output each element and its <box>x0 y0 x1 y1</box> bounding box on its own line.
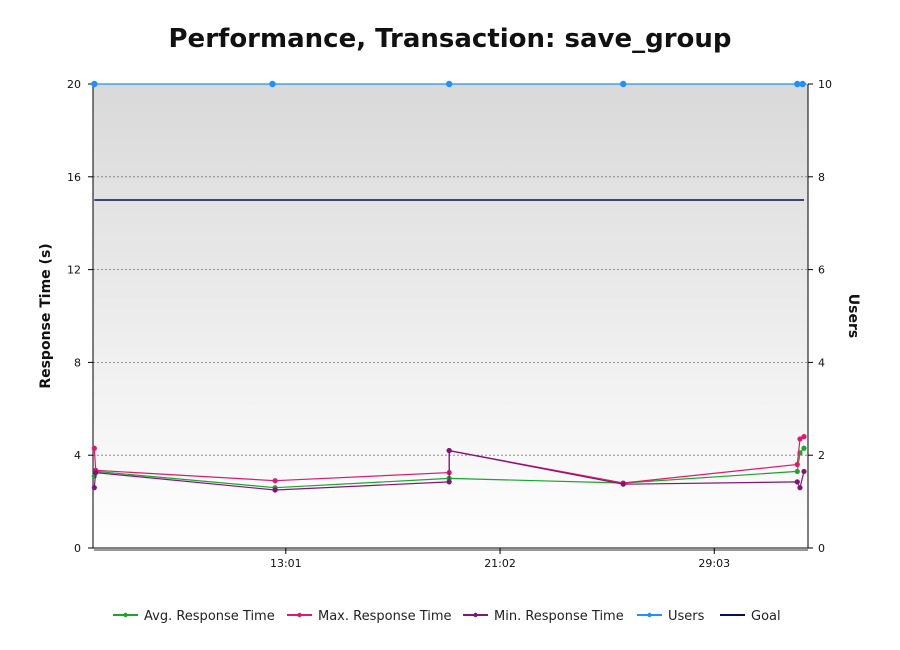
y-left-tick-label: 0 <box>74 542 81 555</box>
data-point <box>801 468 807 475</box>
y-left-tick-label: 12 <box>67 264 81 277</box>
x-tick-label: 29:03 <box>698 557 730 570</box>
data-point <box>620 481 626 487</box>
data-point <box>801 434 807 440</box>
data-point <box>799 80 806 88</box>
legend-label: Goal <box>751 609 781 624</box>
legend-marker <box>647 612 652 618</box>
data-point <box>269 80 276 88</box>
legend-label: Max. Response Time <box>318 609 452 624</box>
data-point <box>272 478 278 484</box>
chart-title: Performance, Transaction: save_group <box>169 24 732 54</box>
y-right-tick-label: 0 <box>818 542 825 555</box>
legend-item: Min. Response Time <box>463 609 624 624</box>
data-point <box>91 485 97 491</box>
y-left-tick-label: 20 <box>67 78 81 91</box>
y-right-tick-label: 10 <box>818 78 832 91</box>
data-point <box>794 479 800 485</box>
y-left-tick-label: 8 <box>74 356 81 369</box>
legend: Avg. Response Time Max. Response Time Min.… <box>113 609 781 624</box>
y-right-tick-label: 4 <box>818 356 825 369</box>
data-point <box>794 461 800 468</box>
x-tick-label: 13:01 <box>270 557 302 570</box>
y-right-tick-label: 2 <box>818 449 825 462</box>
x-tick-label: 21:02 <box>484 557 516 570</box>
data-point <box>93 470 99 476</box>
data-point <box>445 80 453 88</box>
legend-label: Avg. Response Time <box>144 609 275 624</box>
legend-label: Min. Response Time <box>494 609 624 624</box>
data-point <box>272 487 278 493</box>
y-axis-left-title: Response Time (s) <box>38 243 54 388</box>
legend-item: Goal <box>720 609 781 624</box>
data-point <box>446 479 452 485</box>
data-point <box>91 445 97 451</box>
legend-item: Users <box>637 609 705 624</box>
legend-item: Max. Response Time <box>287 609 452 624</box>
legend-item: Avg. Response Time <box>113 609 275 624</box>
data-point <box>91 80 98 88</box>
legend-label: Users <box>668 609 705 624</box>
data-point <box>620 80 627 88</box>
data-point <box>794 468 800 475</box>
legend-marker <box>297 612 302 618</box>
data-point <box>801 445 807 451</box>
y-right-tick-label: 6 <box>818 264 825 277</box>
y-left-tick-label: 4 <box>74 449 81 462</box>
data-point <box>446 447 452 454</box>
chart-container: Performance, Transaction: save_group 0 4 8… <box>0 0 900 650</box>
legend-marker <box>123 612 128 618</box>
chart-svg: Performance, Transaction: save_group 0 4 8… <box>38 24 861 624</box>
y-right-tick-label: 8 <box>818 171 825 184</box>
data-point <box>797 485 803 491</box>
legend-marker <box>473 612 478 618</box>
y-left-tick-label: 16 <box>67 171 81 184</box>
y-axis-right-title: Users <box>845 294 861 338</box>
